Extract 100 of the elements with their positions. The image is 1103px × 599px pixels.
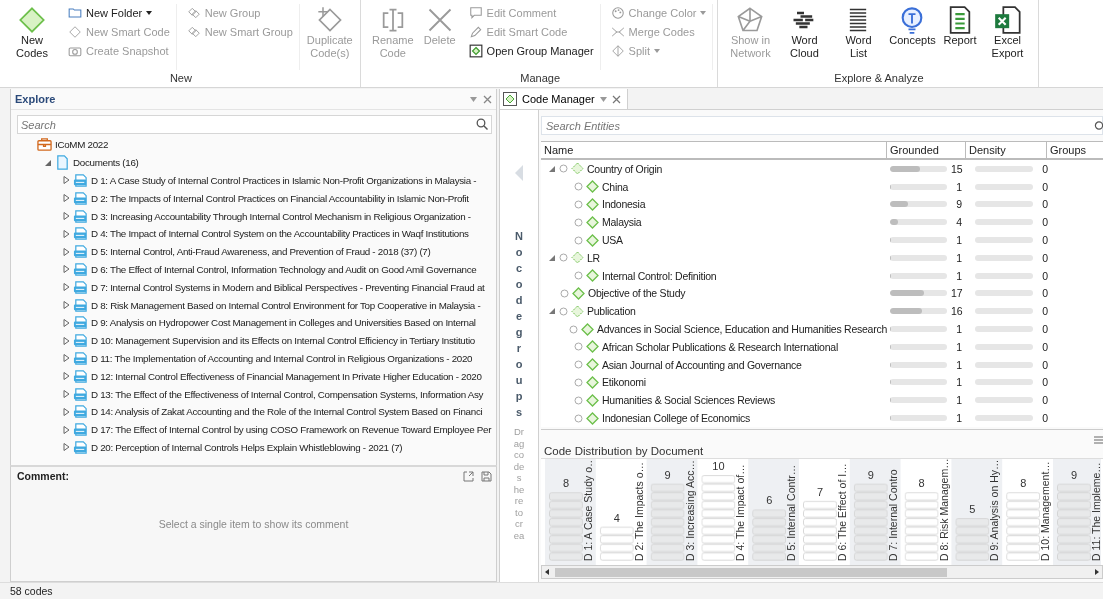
tree-item[interactable]: D 14: Analysis of Zakat Accounting and the Role of the Internal Control System Based on Financi <box>91 406 483 418</box>
external-window-icon[interactable] <box>463 470 474 482</box>
document-icon <box>55 155 70 171</box>
circle-icon <box>560 288 569 298</box>
value-label: 7 <box>816 485 824 498</box>
tree-item[interactable]: D 2: The Impacts of Internal Control Practices on Financial Accountability in Islamic Non-Profit <box>91 192 469 204</box>
search-field[interactable]: Search <box>17 115 492 134</box>
empty-groups-message: No code groups <box>514 229 524 420</box>
dropdown-icon[interactable] <box>470 96 477 102</box>
category-label: D 1: A Case Study o… <box>582 459 594 561</box>
code-name[interactable]: Publication <box>587 305 636 318</box>
ribbon-button[interactable]: Open Group Manager <box>466 42 596 60</box>
expander-icon[interactable] <box>63 265 70 274</box>
expander-icon[interactable] <box>549 253 556 262</box>
tree-item[interactable]: ICoMM 2022 <box>55 139 109 151</box>
ribbon-button[interactable]: Report <box>940 4 980 70</box>
group-label: Explore & Analyze <box>833 71 925 84</box>
group-label: New <box>168 71 193 84</box>
pdf-document-icon <box>73 333 88 349</box>
scrollbar-thumb[interactable] <box>555 567 947 577</box>
code-name[interactable]: Advances in Social Science, Education and Humanities Research <box>597 323 887 336</box>
tree-item[interactable]: D 20: Perception of Internal Controls Helps Explain Whistleblowing - 2021 (7) <box>91 441 403 453</box>
ribbon-button[interactable]: Word Cloud <box>778 4 831 70</box>
tree-item[interactable]: D 3: Increasing Accountability Through Internal Control Mechanism in Religious Organization - <box>91 210 471 222</box>
expander-icon[interactable] <box>63 372 70 381</box>
expander-icon[interactable] <box>45 158 52 167</box>
horizontal-scrollbar[interactable] <box>541 565 1103 579</box>
expander-icon[interactable] <box>63 176 70 185</box>
tree-item[interactable]: D 5: Internal Control, Anti-Fraud Awareness, and Prevention of Fraud - 2018 (37) (7) <box>91 246 431 258</box>
circle-icon <box>574 342 583 352</box>
column-header[interactable]: Name <box>541 142 887 158</box>
density-count: 0 <box>1041 305 1048 318</box>
tree-item[interactable]: D 12: Internal Control Effectiveness of Financial Management In Private Higher Education - 2020 <box>91 370 482 382</box>
tree-item[interactable]: D 17: The Effect of Internal Control by using COSO Framework on Revenue Toward Employee Per <box>91 424 492 436</box>
density-count: 0 <box>1041 323 1048 336</box>
density-count: 0 <box>1041 216 1048 229</box>
column-header[interactable]: Groups <box>1047 142 1103 158</box>
grounded-count: 15 <box>951 162 962 175</box>
save-icon[interactable] <box>481 470 492 482</box>
code-name[interactable]: Asian Journal of Accounting and Governance <box>602 358 802 371</box>
tree-item[interactable]: D 4: The Impact of Internal Control System on the Accountability Practices in Waqf Institutions <box>91 228 469 240</box>
code-name[interactable]: Indonesia <box>602 198 646 211</box>
tree-item[interactable]: D 9: Analysis on Hydropower Cost Management in Colleges and Universities Based on Internal <box>91 317 476 329</box>
pdf-document-icon <box>73 404 88 420</box>
code-name[interactable]: LR <box>587 251 600 264</box>
ribbon-button[interactable]: Excel Export <box>981 4 1034 70</box>
code-name[interactable]: Etikonomi <box>602 376 646 389</box>
code-name[interactable]: Objective of the Study <box>588 287 686 300</box>
code-name[interactable]: Humanities & Social Sciences Reviews <box>602 394 776 407</box>
ribbon-button[interactable]: Word List <box>832 4 885 70</box>
code-name[interactable]: Internal Control: Definition <box>602 269 717 282</box>
tree-item[interactable]: D 1: A Case Study of Internal Control Practices in Islamic Non-Profit Organizations in Malaysia - <box>91 175 477 186</box>
search-field[interactable]: Search Entities <box>541 116 1103 135</box>
expander-icon[interactable] <box>63 336 70 345</box>
expander-icon[interactable] <box>63 229 70 238</box>
code-name[interactable]: African Scholar Publications & Research International <box>602 340 838 353</box>
expander-icon[interactable] <box>63 443 70 452</box>
grounded-count: 16 <box>951 305 962 318</box>
circle-icon <box>574 182 583 192</box>
expander-icon[interactable] <box>63 354 70 363</box>
code-manager-icon <box>503 92 517 106</box>
pdf-document-icon <box>73 279 88 295</box>
code-name[interactable]: Indonesian College of Economics <box>602 412 751 425</box>
tree-item[interactable]: Documents (16) <box>73 157 139 169</box>
tree-item[interactable]: D 7: Internal Control Systems in Modern and Biblical Perspectives - Preventing Financial Fraud at <box>91 281 485 293</box>
expander-icon[interactable] <box>63 425 70 434</box>
expander-icon[interactable] <box>63 283 70 292</box>
code-name[interactable]: China <box>602 180 629 193</box>
expander-icon[interactable] <box>549 164 556 173</box>
tree-item[interactable]: D 10: Management Supervision and its Effects on Internal Control Efficiency in Tertiary Institutio <box>91 335 475 347</box>
expander-icon[interactable] <box>63 318 70 327</box>
code-name[interactable]: Malaysia <box>602 216 642 229</box>
search-icon <box>476 118 488 130</box>
tree-item[interactable]: D 11: The Implementation of Accounting and Internal Control in Religious Organizations - 2020 <box>91 352 473 364</box>
tree-item[interactable]: D 8: Risk Management Based on Internal Control Environment for Top Cooperative in Malaysia - <box>91 299 481 311</box>
expander-icon[interactable] <box>63 194 70 203</box>
circle-icon <box>569 324 578 334</box>
ribbon-button[interactable]: Concepts <box>886 4 939 70</box>
code-name[interactable]: USA <box>602 234 623 247</box>
column-header[interactable]: Density <box>966 142 1047 158</box>
tree-item[interactable]: D 13: The Effect of the Effectiveness of Internal Control, Compensation Systems, Information Asy <box>91 388 484 400</box>
close-icon[interactable] <box>483 94 492 104</box>
expander-icon[interactable] <box>63 407 70 416</box>
expander-icon[interactable] <box>63 247 70 256</box>
ribbon-button[interactable]: New Folder <box>66 4 172 22</box>
tree-item[interactable]: D 6: The Effect of Internal Control, Information Technology and Audit on Good Amil Governance <box>91 263 477 275</box>
column-header[interactable]: Grounded <box>887 142 966 158</box>
pdf-document-icon <box>73 244 88 260</box>
ribbon-button[interactable]: New Codes <box>6 4 58 70</box>
empty-message: Select a single item to show its comment <box>158 517 349 530</box>
pdf-document-icon <box>73 226 88 242</box>
code-name[interactable]: Country of Origin <box>587 162 663 175</box>
diamond-icon <box>572 286 585 300</box>
briefcase-icon <box>37 137 52 153</box>
expander-icon[interactable] <box>549 307 556 316</box>
pdf-document-icon <box>73 297 88 313</box>
tab[interactable]: Code Manager <box>500 89 628 109</box>
expander-icon[interactable] <box>63 390 70 399</box>
expander-icon[interactable] <box>63 212 70 221</box>
expander-icon[interactable] <box>63 301 70 310</box>
